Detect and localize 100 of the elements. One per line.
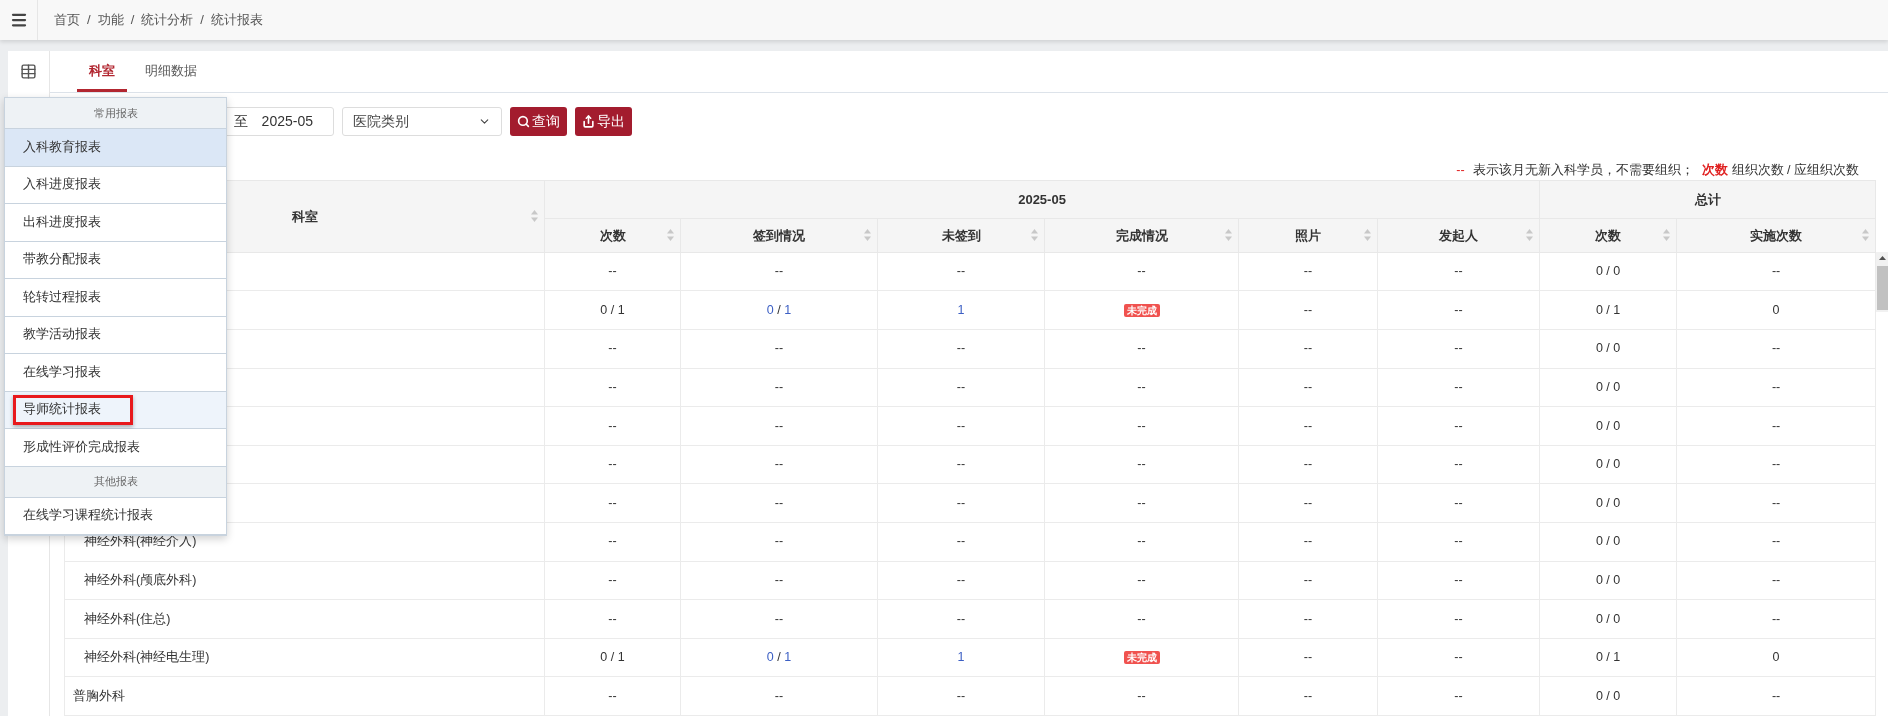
breadcrumb-link[interactable]: 统计报表 xyxy=(210,10,263,30)
search-button[interactable]: 查询 xyxy=(510,107,567,137)
sort-icon[interactable] xyxy=(1364,229,1371,242)
cell-text: -- xyxy=(774,418,784,433)
cell-text: -- xyxy=(1454,495,1463,510)
export-button[interactable]: 导出 xyxy=(575,107,632,137)
cell-text: -- xyxy=(956,264,966,279)
cell-text: -- xyxy=(608,380,617,395)
column-header[interactable]: 次数 xyxy=(544,218,681,253)
share-icon xyxy=(582,115,595,129)
cell-text: -- xyxy=(608,611,617,626)
column-header[interactable]: 未签到 xyxy=(877,218,1045,253)
sort-icon[interactable] xyxy=(864,229,871,242)
cell-text: -- xyxy=(774,611,784,626)
menu-item-label: 轮转过程报表 xyxy=(23,288,101,306)
legend-term: 次数 xyxy=(1701,161,1728,179)
menu-item[interactable]: 入科进度报表 xyxy=(5,166,226,204)
breadcrumb-link[interactable]: 首页 xyxy=(54,10,80,30)
cell-text: -- xyxy=(774,380,784,395)
cell-text: -- xyxy=(774,264,784,279)
tab[interactable]: 明细数据 xyxy=(137,51,205,93)
cell-text: -- xyxy=(1771,418,1781,433)
department-name: 普胸外科 xyxy=(72,688,125,703)
cell-text: -- xyxy=(1771,573,1781,588)
cell-text: -- xyxy=(774,495,784,510)
cell-text: -- xyxy=(956,495,966,510)
column-header[interactable]: 次数 xyxy=(1539,218,1677,253)
cell-text: -- xyxy=(1303,688,1313,703)
cell-text: -- xyxy=(1771,380,1781,395)
menu-item-label: 入科教育报表 xyxy=(23,138,101,156)
status-badge: 未完成 xyxy=(1123,651,1160,665)
cell-text: -- xyxy=(956,688,966,703)
cell-text: -- xyxy=(1454,341,1463,356)
menu-item[interactable]: 入科教育报表 xyxy=(5,129,226,167)
column-header[interactable]: 实施次数 xyxy=(1676,218,1876,253)
sort-icon[interactable] xyxy=(667,229,674,242)
cell-text: -- xyxy=(1137,688,1146,703)
breadcrumb-link[interactable]: 功能 xyxy=(97,10,124,30)
breadcrumb-link[interactable]: 统计分析 xyxy=(141,10,194,30)
menu-section-header: 常用报表 xyxy=(5,98,226,129)
cell-text: -- xyxy=(1303,534,1313,549)
cell-text: -- xyxy=(1137,573,1146,588)
cell-text: -- xyxy=(1771,534,1781,549)
sort-icon[interactable] xyxy=(1225,229,1232,242)
column-header[interactable]: 签到情况 xyxy=(680,218,878,253)
cell-text[interactable]: 0 / 1 xyxy=(766,650,792,665)
scrollbar[interactable] xyxy=(1876,251,1888,312)
cell-text: 0 / 0 xyxy=(1595,534,1621,549)
cell-text: -- xyxy=(1303,573,1313,588)
menu-icon[interactable] xyxy=(9,11,28,29)
cell-text: -- xyxy=(1303,380,1313,395)
cell-text: -- xyxy=(1454,573,1463,588)
cell-text: 0 / 0 xyxy=(1595,573,1621,588)
menu-item[interactable]: 教学活动报表 xyxy=(5,316,226,354)
cell-text: -- xyxy=(1771,264,1781,279)
column-header[interactable]: 发起人 xyxy=(1377,218,1540,253)
cell-text: -- xyxy=(956,573,966,588)
group-header: 2025-05 xyxy=(544,180,1540,219)
cell-text: 0 / 0 xyxy=(1595,380,1621,395)
menu-item[interactable]: 带教分配报表 xyxy=(5,241,226,279)
menu-item[interactable]: 出科进度报表 xyxy=(5,204,226,242)
cell-text: 0 / 0 xyxy=(1595,418,1621,433)
cell-text: -- xyxy=(1454,264,1463,279)
sort-icon[interactable] xyxy=(1526,229,1534,242)
menu-item[interactable]: 轮转过程报表 xyxy=(5,279,226,317)
menu-item[interactable]: 形成性评价完成报表 xyxy=(5,429,226,467)
cell-text: -- xyxy=(774,341,784,356)
menu-item-label: 导师统计报表 xyxy=(23,401,101,419)
tab[interactable]: 科室 xyxy=(77,51,127,93)
cell-text: -- xyxy=(956,341,966,356)
count-link[interactable]: 1 xyxy=(957,650,965,665)
sort-icon[interactable] xyxy=(1663,229,1671,242)
cell-text: -- xyxy=(956,457,966,472)
legend-text: 组织次数 / 应组织次数 xyxy=(1731,161,1860,179)
cell-text: -- xyxy=(1303,264,1313,279)
menu-item-label: 在线学习报表 xyxy=(23,363,101,381)
cell-text: 0 / 0 xyxy=(1595,264,1621,279)
group-header: 总计 xyxy=(1539,180,1876,219)
cell-text[interactable]: 0 / 1 xyxy=(766,302,792,317)
cell-text: -- xyxy=(1137,611,1146,626)
sort-icon[interactable] xyxy=(531,210,538,223)
department-name: 神经外科(神经电生理) xyxy=(83,650,210,665)
column-header[interactable]: 完成情况 xyxy=(1044,218,1239,253)
menu-item-label: 形成性评价完成报表 xyxy=(23,438,140,456)
menu-item[interactable]: 导师统计报表 xyxy=(5,391,226,429)
sort-icon[interactable] xyxy=(1031,229,1038,242)
count-link[interactable]: 1 xyxy=(957,302,965,317)
menu-item[interactable]: 在线学习报表 xyxy=(5,354,226,392)
cell-text: -- xyxy=(1771,688,1781,703)
breadcrumb-separator: / xyxy=(130,11,135,30)
cell-text: -- xyxy=(956,380,966,395)
hospital-type-select[interactable]: 医院类别 xyxy=(342,107,502,137)
cell-text: 0 / 1 xyxy=(1595,650,1621,665)
menu-item[interactable]: 在线学习课程统计报表 xyxy=(5,497,226,535)
column-header[interactable]: 照片 xyxy=(1238,218,1378,253)
cell-text: -- xyxy=(608,688,617,703)
cell-text: 0 / 1 xyxy=(1595,302,1621,317)
legend-text: 表示该月无新入科学员，不需要组织； xyxy=(1472,161,1694,179)
table-icon[interactable] xyxy=(20,63,37,80)
sort-icon[interactable] xyxy=(1862,229,1870,242)
